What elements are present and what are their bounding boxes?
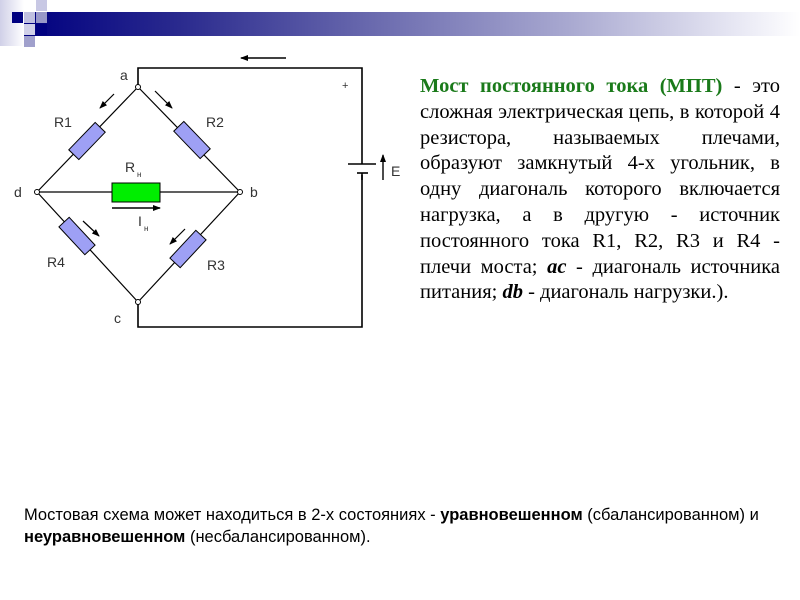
description-db: db <box>502 281 523 304</box>
header-decor-square <box>24 24 35 35</box>
label-load-current: I <box>138 213 142 229</box>
source-label: E <box>391 163 400 179</box>
bridge-description: Мост постоянного тока (МПТ) - это сложна… <box>420 74 780 306</box>
node-d <box>34 189 40 195</box>
header-decor-square <box>12 12 23 23</box>
description-title: Мост постоянного тока (МПТ) <box>420 75 723 97</box>
label-load-r: R <box>125 159 135 175</box>
node-a <box>135 84 141 90</box>
node-label-d: d <box>14 184 22 200</box>
header-gradient-bar <box>24 12 800 36</box>
description-text: - это сложная электрическая цепь, в кото… <box>420 75 780 278</box>
header-decor-square <box>24 12 35 23</box>
footer-text-1: Мостовая схема может находиться в 2-х со… <box>24 506 441 524</box>
resistor-r2 <box>173 120 211 160</box>
label-r4: R4 <box>47 254 65 270</box>
footer-bold-unbalanced: неуравновешенном <box>24 528 186 546</box>
description-text-3: - диагональ нагрузки.). <box>522 281 729 304</box>
current-arrow-r2-icon <box>154 90 173 109</box>
current-arrow-r1-icon <box>99 93 115 109</box>
resistor-load <box>111 182 161 203</box>
node-c <box>135 299 141 305</box>
wire-top <box>137 67 363 155</box>
node-label-c: c <box>114 310 121 326</box>
polarity-plus: + <box>342 80 348 92</box>
header-decor-square <box>36 24 47 35</box>
footer-text-2: (сбалансированном) и <box>582 506 759 524</box>
label-load-sub: н <box>137 170 141 179</box>
label-r3: R3 <box>207 257 225 273</box>
current-arrow-r3-icon <box>169 228 186 245</box>
label-load-current-sub: н <box>144 224 148 233</box>
node-label-b: b <box>250 184 258 200</box>
footer-text-3: (несбалансированном). <box>185 528 371 546</box>
bridge-circuit-diagram: E + a b c d R1 R2 R3 R4 R н I н <box>14 55 400 328</box>
header-decor-square <box>36 0 47 11</box>
resistor-r4 <box>58 216 96 256</box>
header-decor-square <box>36 12 47 23</box>
node-b <box>237 189 243 195</box>
footer-bold-balanced: уравновешенном <box>440 506 583 524</box>
label-r1: R1 <box>54 114 72 130</box>
description-ac: ac <box>547 255 567 278</box>
footer-note: Мостовая схема может находиться в 2-х со… <box>24 504 784 548</box>
node-label-a: a <box>120 67 128 83</box>
current-arrow-r4-icon <box>82 220 100 237</box>
resistor-r1 <box>68 121 106 161</box>
resistor-r3 <box>169 229 207 269</box>
label-r2: R2 <box>206 114 224 130</box>
